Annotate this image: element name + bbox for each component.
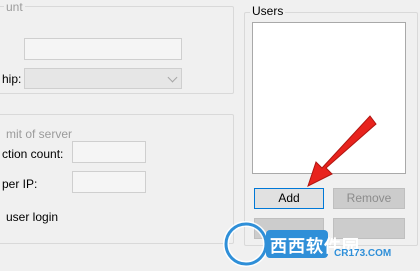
per-ip-field[interactable] <box>72 171 146 193</box>
membership-select[interactable] <box>24 68 182 89</box>
annotation-arrow-icon <box>307 115 377 187</box>
user-login-label: user login <box>6 210 59 224</box>
remove-button-label: Remove <box>346 191 392 205</box>
watermark-site: CR173.COM <box>334 248 392 259</box>
server-limit-group-title: mit of server <box>4 127 75 141</box>
membership-label: hip: <box>2 72 22 86</box>
add-button-label: Add <box>278 191 300 205</box>
chevron-down-icon <box>167 72 178 83</box>
connection-count-field[interactable] <box>72 141 146 163</box>
users-group-title: Users <box>250 4 286 18</box>
per-ip-label: per IP: <box>2 177 38 191</box>
account-group-title: unt <box>4 0 25 14</box>
watermark-logo: 西西软件园 CR173.COM <box>222 216 420 268</box>
connection-count-label: ction count: <box>2 147 64 161</box>
remove-user-button[interactable]: Remove <box>333 188 405 209</box>
add-user-button[interactable]: Add <box>254 188 324 209</box>
account-name-field[interactable] <box>24 38 182 60</box>
